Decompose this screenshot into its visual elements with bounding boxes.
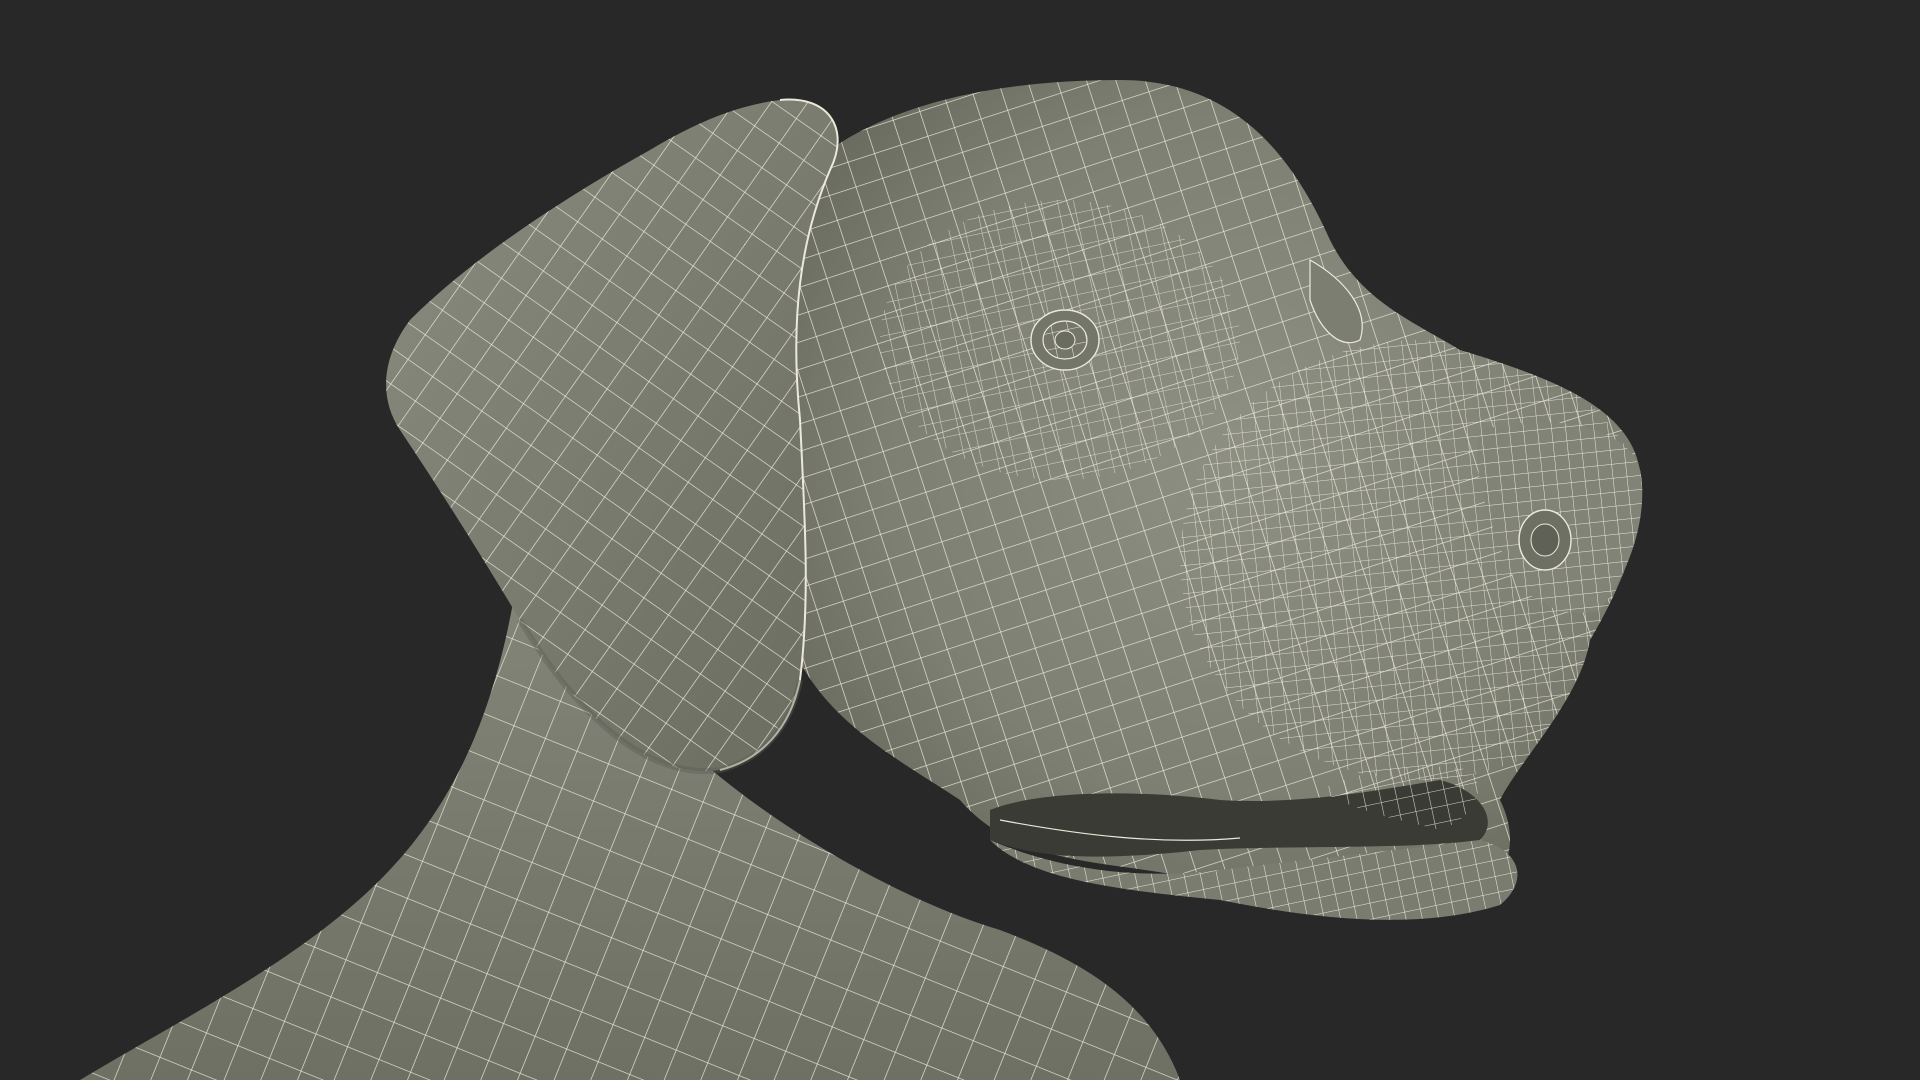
render-viewport bbox=[0, 0, 1920, 1080]
wireframe-render bbox=[0, 0, 1920, 1080]
eye-mesh bbox=[1030, 309, 1100, 371]
